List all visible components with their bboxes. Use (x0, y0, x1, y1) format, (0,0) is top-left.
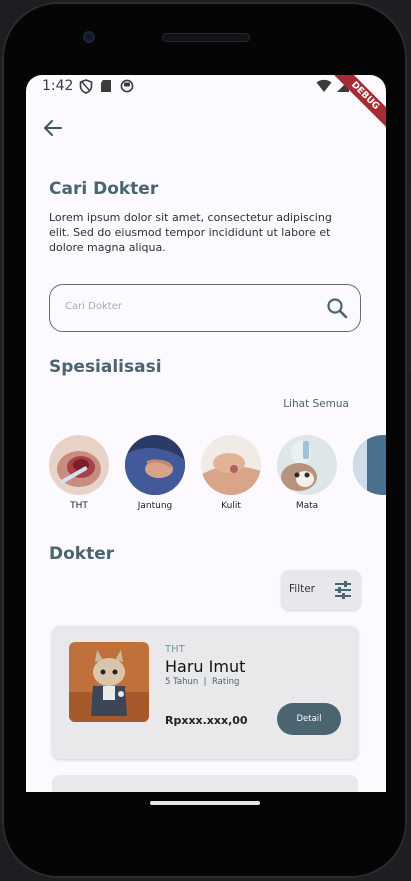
app-screen: 1:42 DEBUG Cari Dokter Lorem ipsum dolor… (26, 75, 386, 792)
home-indicator[interactable] (150, 801, 260, 805)
specialization-item-tht[interactable]: THT (49, 435, 109, 511)
doctor-rating: Rating (211, 677, 240, 687)
specialization-item-jantung[interactable]: Jantung (125, 435, 185, 511)
filter-label: Filter (289, 583, 316, 595)
meta-separator: | (200, 677, 210, 687)
status-bar: 1:42 DEBUG (26, 75, 386, 133)
search-field[interactable]: Cari Dokter (49, 284, 361, 332)
tht-image (49, 435, 109, 495)
specialization-item-more[interactable] (353, 435, 386, 495)
more-image (353, 435, 386, 495)
specialization-label: Kulit (221, 501, 241, 511)
doctor-name: Haru Imut (165, 657, 246, 676)
doctor-card[interactable] (52, 775, 358, 792)
app-status-icon (120, 79, 134, 93)
sd-card-icon (101, 80, 111, 92)
doctors-title: Dokter (49, 544, 115, 564)
doctor-meta: 5 Tahun | Rating (165, 677, 239, 687)
page-title: Cari Dokter (49, 179, 159, 199)
doctor-photo (69, 642, 149, 722)
specialization-item-kulit[interactable]: Kulit (201, 435, 261, 511)
filter-button[interactable]: Filter (281, 570, 361, 610)
front-camera (83, 31, 95, 43)
earpiece-speaker (162, 33, 250, 42)
phone-frame: 1:42 DEBUG Cari Dokter Lorem ipsum dolor… (2, 2, 411, 878)
wifi-icon (316, 79, 332, 92)
jantung-image (125, 435, 185, 495)
specialization-label: Jantung (137, 501, 173, 511)
search-placeholder: Cari Dokter (65, 301, 122, 312)
status-time: 1:42 (42, 78, 74, 94)
tune-icon (335, 581, 351, 599)
mata-image (277, 435, 337, 495)
shield-icon (79, 79, 93, 94)
doctor-specialty: THT (165, 644, 185, 655)
doctor-price: Rpxxx.xxx,00 (165, 714, 248, 727)
back-arrow-icon[interactable] (42, 117, 64, 139)
see-all-link[interactable]: Lihat Semua (283, 398, 349, 410)
kulit-image (201, 435, 261, 495)
specialization-label: Mata (295, 501, 319, 511)
detail-button[interactable]: Detail (277, 703, 341, 735)
specialization-label: THT (70, 501, 88, 511)
page-description: Lorem ipsum dolor sit amet, consectetur … (49, 211, 332, 254)
doctor-card[interactable]: THT Haru Imut 5 Tahun | Rating Rpxxx.xxx… (52, 626, 358, 759)
specialization-item-mata[interactable]: Mata (277, 435, 337, 511)
doctor-experience: 5 Tahun (165, 677, 199, 687)
specialization-title: Spesialisasi (49, 357, 162, 377)
search-icon[interactable] (326, 297, 348, 319)
